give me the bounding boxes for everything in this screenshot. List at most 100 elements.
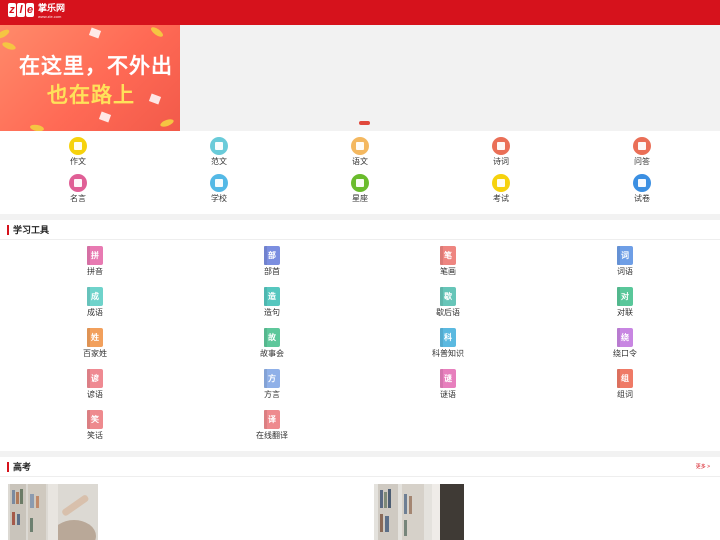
brand-url: www.zle.com bbox=[38, 14, 62, 19]
book-icon: 科 bbox=[440, 328, 456, 347]
quick-nav-item[interactable]: 考试 bbox=[471, 174, 531, 204]
quick-nav-label: 作文 bbox=[70, 157, 86, 166]
tools-section-title: 学习工具 bbox=[13, 225, 50, 235]
more-link[interactable]: 更多 > bbox=[696, 463, 710, 471]
tool-label: 故事会 bbox=[260, 349, 284, 358]
book-icon: 造 bbox=[264, 287, 280, 306]
category-icon bbox=[633, 137, 651, 155]
tool-label: 成语 bbox=[87, 308, 103, 317]
gaokao-section-header: 高考 更多 > bbox=[0, 457, 720, 477]
tool-label: 笑话 bbox=[87, 431, 103, 440]
tool-item[interactable]: 方方言 bbox=[232, 369, 312, 400]
tool-item[interactable]: 造造句 bbox=[232, 287, 312, 318]
leaf-decoration bbox=[29, 123, 45, 131]
category-icon-glyph bbox=[497, 142, 505, 150]
tool-item[interactable]: 科科普知识 bbox=[408, 328, 488, 359]
quick-nav-item[interactable]: 星座 bbox=[330, 174, 390, 204]
category-icon-glyph bbox=[638, 142, 646, 150]
tool-item[interactable]: 绕绕口令 bbox=[585, 328, 665, 359]
category-icon-glyph bbox=[638, 179, 646, 187]
category-icon-glyph bbox=[215, 142, 223, 150]
book-icon: 部 bbox=[264, 246, 280, 265]
tool-label: 方言 bbox=[264, 390, 280, 399]
section-accent-bar bbox=[7, 462, 9, 472]
book-icon-glyph: 谜 bbox=[444, 373, 452, 383]
quick-nav-item[interactable]: 作文 bbox=[48, 137, 108, 167]
logo-mark: z l e bbox=[8, 3, 35, 17]
category-icon bbox=[351, 137, 369, 155]
book-icon: 组 bbox=[617, 369, 633, 388]
category-icon bbox=[210, 174, 228, 192]
site-logo[interactable]: z l e 掌乐网 www.zle.com bbox=[8, 3, 65, 22]
quick-nav-item[interactable]: 语文 bbox=[330, 137, 390, 167]
tool-label: 在线翻译 bbox=[256, 431, 288, 440]
quick-nav-item[interactable]: 试卷 bbox=[612, 174, 672, 204]
tool-item[interactable]: 笔笔画 bbox=[408, 246, 488, 277]
book-icon-glyph: 谚 bbox=[91, 373, 99, 383]
quick-nav-label: 学校 bbox=[211, 194, 227, 203]
book-icon: 谚 bbox=[87, 369, 103, 388]
quick-nav-label: 星座 bbox=[352, 194, 368, 203]
category-icon-glyph bbox=[356, 142, 364, 150]
paper-decoration bbox=[148, 93, 162, 105]
book-icon: 谜 bbox=[440, 369, 456, 388]
tool-item[interactable]: 谚谚语 bbox=[55, 369, 135, 400]
banner-carousel[interactable]: 在这里，不外出 也在路上 bbox=[0, 25, 720, 131]
tool-label: 组词 bbox=[617, 390, 633, 399]
book-icon-glyph: 歇 bbox=[444, 291, 452, 301]
quick-nav-item[interactable]: 学校 bbox=[189, 174, 249, 204]
quick-nav-item[interactable]: 问答 bbox=[612, 137, 672, 167]
tool-label: 拼音 bbox=[87, 267, 103, 276]
tool-item[interactable]: 谜谜语 bbox=[408, 369, 488, 400]
tool-item[interactable]: 部部首 bbox=[232, 246, 312, 277]
quick-nav-item[interactable]: 诗词 bbox=[471, 137, 531, 167]
book-icon: 方 bbox=[264, 369, 280, 388]
book-icon-glyph: 词 bbox=[621, 250, 629, 260]
tool-item[interactable]: 译在线翻译 bbox=[232, 410, 312, 441]
tool-label: 歇后语 bbox=[436, 308, 460, 317]
tool-label: 谚语 bbox=[87, 390, 103, 399]
book-icon-glyph: 组 bbox=[621, 373, 629, 383]
book-icon: 姓 bbox=[87, 328, 103, 347]
promo-banner[interactable]: 在这里，不外出 也在路上 bbox=[0, 25, 180, 131]
tool-item[interactable]: 词词语 bbox=[585, 246, 665, 277]
book-icon: 对 bbox=[617, 287, 633, 306]
quick-nav-label: 诗词 bbox=[493, 157, 509, 166]
quick-nav-label: 问答 bbox=[634, 157, 650, 166]
tool-label: 百家姓 bbox=[83, 349, 107, 358]
tool-item[interactable]: 笑笑话 bbox=[55, 410, 135, 441]
book-icon-glyph: 科 bbox=[444, 332, 452, 342]
book-icon: 笔 bbox=[440, 246, 456, 265]
tool-item[interactable]: 成成语 bbox=[55, 287, 135, 318]
quick-nav-item[interactable]: 范文 bbox=[189, 137, 249, 167]
category-icon bbox=[69, 174, 87, 192]
paper-decoration bbox=[98, 111, 112, 123]
logo-text: 掌乐网 www.zle.com bbox=[38, 3, 65, 19]
book-icon: 故 bbox=[264, 328, 280, 347]
book-icon: 笑 bbox=[87, 410, 103, 429]
category-icon bbox=[492, 137, 510, 155]
section-accent-bar bbox=[7, 225, 9, 235]
book-icon: 歇 bbox=[440, 287, 456, 306]
tool-label: 笔画 bbox=[440, 267, 456, 276]
quick-nav-label: 语文 bbox=[352, 157, 368, 166]
book-icon-glyph: 造 bbox=[268, 291, 276, 301]
tool-item[interactable]: 对对联 bbox=[585, 287, 665, 318]
tool-item[interactable]: 组组词 bbox=[585, 369, 665, 400]
category-icon-glyph bbox=[356, 179, 364, 187]
quick-nav-item[interactable]: 名言 bbox=[48, 174, 108, 204]
brand-name: 掌乐网 bbox=[38, 3, 66, 13]
tool-item[interactable]: 姓百家姓 bbox=[55, 328, 135, 359]
carousel-indicator[interactable] bbox=[359, 121, 370, 125]
tool-label: 词语 bbox=[617, 267, 633, 276]
book-icon-glyph: 姓 bbox=[91, 332, 99, 342]
book-icon-glyph: 方 bbox=[268, 373, 276, 383]
book-icon-glyph: 成 bbox=[91, 291, 99, 301]
tool-item[interactable]: 拼拼音 bbox=[55, 246, 135, 277]
category-icon-glyph bbox=[74, 179, 82, 187]
article-thumbnail[interactable] bbox=[8, 484, 98, 540]
tool-item[interactable]: 歇歇后语 bbox=[408, 287, 488, 318]
article-thumbnail[interactable] bbox=[374, 484, 464, 540]
tool-item[interactable]: 故故事会 bbox=[232, 328, 312, 359]
tools-section-header: 学习工具 bbox=[0, 220, 720, 240]
